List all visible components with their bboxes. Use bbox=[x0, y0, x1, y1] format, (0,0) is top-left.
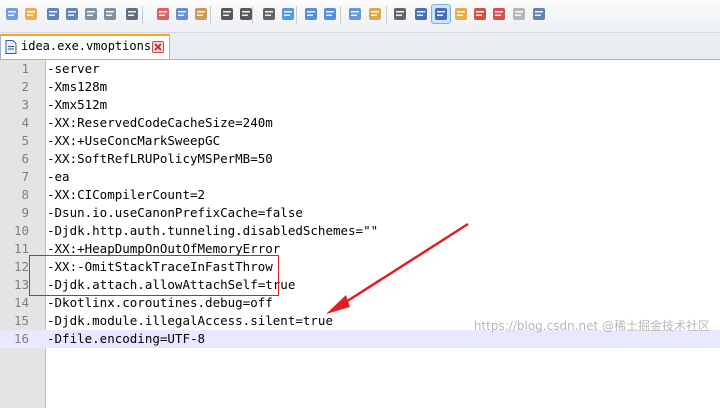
annotation-arrow bbox=[326, 222, 469, 314]
watermark: https://blog.csdn.net @稀土掘金技术社区 bbox=[473, 319, 710, 333]
